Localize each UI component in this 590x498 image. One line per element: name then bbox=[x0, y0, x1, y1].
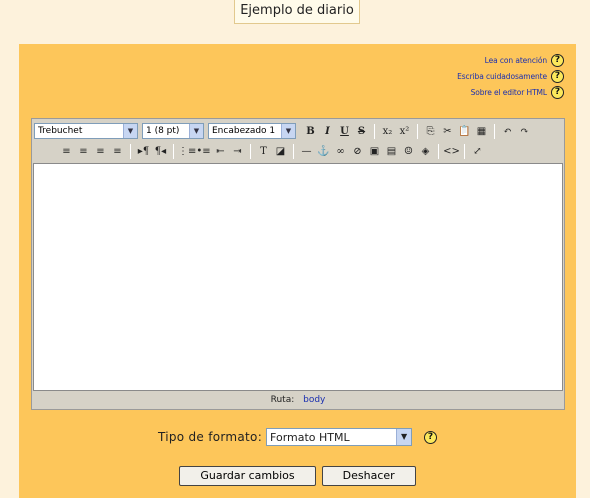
subscript-icon[interactable]: x₂ bbox=[379, 123, 396, 140]
cut-icon[interactable]: ✂ bbox=[439, 123, 456, 140]
toolbar-separator bbox=[438, 143, 439, 159]
fullscreen-icon[interactable]: ⤢ bbox=[469, 143, 486, 160]
format-select-value: Formato HTML bbox=[270, 430, 350, 444]
undo-icon[interactable]: ↶ bbox=[499, 123, 516, 140]
path-bar: Ruta: body bbox=[32, 391, 564, 409]
italic-icon[interactable]: I bbox=[319, 123, 336, 140]
toolbar-separator bbox=[293, 143, 294, 159]
rtl-icon[interactable]: ¶◂ bbox=[152, 143, 169, 160]
text-color-icon[interactable]: T bbox=[255, 143, 272, 160]
help-link-html-editor[interactable]: Sobre el editor HTML bbox=[471, 88, 548, 97]
font-select-value: Trebuchet bbox=[38, 126, 83, 136]
chevron-down-icon: ▼ bbox=[281, 124, 295, 138]
help-icon[interactable]: ? bbox=[551, 70, 564, 83]
help-row-html-editor[interactable]: Sobre el editor HTML ? bbox=[457, 85, 564, 100]
format-select[interactable]: Formato HTML ▼ bbox=[266, 428, 413, 446]
toolbar-separator bbox=[250, 143, 251, 159]
bg-color-icon[interactable]: ◪ bbox=[272, 143, 289, 160]
help-row-reading[interactable]: Lea con atención ? bbox=[457, 53, 564, 68]
toolbar-separator bbox=[417, 123, 418, 139]
copy-icon[interactable]: ⎘ bbox=[422, 123, 439, 140]
image-icon[interactable]: ▣ bbox=[366, 143, 383, 160]
clean-word-icon[interactable]: ▦ bbox=[473, 123, 490, 140]
format-row: Tipo de formato: Formato HTML ▼ ? bbox=[19, 428, 576, 446]
font-select[interactable]: Trebuchet ▼ bbox=[34, 123, 138, 139]
journal-panel: Lea con atención ? Escriba cuidadosament… bbox=[19, 44, 576, 498]
help-icon[interactable]: ? bbox=[424, 430, 438, 444]
ordered-list-icon[interactable]: ⋮≡ bbox=[178, 143, 196, 160]
editor-content-area[interactable] bbox=[33, 163, 563, 391]
superscript-icon[interactable]: x² bbox=[396, 123, 413, 140]
help-links: Lea con atención ? Escriba cuidadosament… bbox=[457, 53, 564, 101]
underline-icon[interactable]: U bbox=[336, 123, 353, 140]
path-body-link[interactable]: body bbox=[303, 395, 325, 405]
toolbar-separator bbox=[130, 143, 131, 159]
strikethrough-icon[interactable]: S bbox=[353, 123, 370, 140]
html-source-icon[interactable]: <> bbox=[443, 143, 460, 160]
path-label: Ruta: bbox=[270, 395, 295, 405]
special-char-icon[interactable]: ◈ bbox=[417, 143, 434, 160]
toolbar-row-2: ≡ ≡ ≡ ≡ ▸¶ ¶◂ ⋮≡ •≡ ⇤ ⇥ T ◪ — ⚓ ∞ ⊘ ▣ ▤ ☺ ◈ <> ⤢ bbox=[58, 142, 486, 160]
ltr-icon[interactable]: ▸¶ bbox=[135, 143, 152, 160]
help-icon[interactable]: ? bbox=[551, 54, 564, 67]
align-left-icon[interactable]: ≡ bbox=[58, 143, 75, 160]
table-icon[interactable]: ▤ bbox=[383, 143, 400, 160]
heading-select-value: Encabezado 1 bbox=[212, 126, 276, 136]
toolbar-separator bbox=[494, 123, 495, 139]
help-icon[interactable]: ? bbox=[551, 86, 564, 99]
size-select[interactable]: 1 (8 pt) ▼ bbox=[142, 123, 204, 139]
action-buttons: Guardar cambios Deshacer bbox=[19, 466, 576, 486]
unordered-list-icon[interactable]: •≡ bbox=[195, 143, 212, 160]
save-button[interactable]: Guardar cambios bbox=[179, 466, 316, 486]
link-icon[interactable]: ∞ bbox=[332, 143, 349, 160]
chevron-down-icon: ▼ bbox=[396, 429, 412, 445]
horizontal-rule-icon[interactable]: — bbox=[298, 143, 315, 160]
toolbar-separator bbox=[173, 143, 174, 159]
size-select-value: 1 (8 pt) bbox=[146, 126, 180, 136]
anchor-icon[interactable]: ⚓ bbox=[315, 143, 332, 160]
align-center-icon[interactable]: ≡ bbox=[75, 143, 92, 160]
align-right-icon[interactable]: ≡ bbox=[92, 143, 109, 160]
toolbar-row-1: Trebuchet ▼ 1 (8 pt) ▼ Encabezado 1 ▼ BI… bbox=[34, 122, 533, 140]
unlink-icon[interactable]: ⊘ bbox=[349, 143, 366, 160]
help-link-reading[interactable]: Lea con atención bbox=[485, 56, 547, 65]
bold-icon[interactable]: B bbox=[302, 123, 319, 140]
justify-icon[interactable]: ≡ bbox=[109, 143, 126, 160]
toolbar-separator bbox=[374, 123, 375, 139]
help-row-writing[interactable]: Escriba cuidadosamente ? bbox=[457, 69, 564, 84]
toolbar-separator bbox=[464, 143, 465, 159]
chevron-down-icon: ▼ bbox=[123, 124, 137, 138]
paste-icon[interactable]: 📋 bbox=[456, 123, 473, 140]
undo-button[interactable]: Deshacer bbox=[321, 466, 416, 486]
format-label: Tipo de formato: bbox=[157, 430, 263, 444]
help-link-writing[interactable]: Escriba cuidadosamente bbox=[457, 72, 547, 81]
indent-icon[interactable]: ⇥ bbox=[229, 143, 246, 160]
outdent-icon[interactable]: ⇤ bbox=[212, 143, 229, 160]
redo-icon[interactable]: ↷ bbox=[516, 123, 533, 140]
heading-select[interactable]: Encabezado 1 ▼ bbox=[208, 123, 296, 139]
page-title: Ejemplo de diario bbox=[234, 0, 360, 24]
html-editor: Trebuchet ▼ 1 (8 pt) ▼ Encabezado 1 ▼ BI… bbox=[31, 118, 565, 410]
smiley-icon[interactable]: ☺ bbox=[400, 143, 417, 160]
editor-toolbar: Trebuchet ▼ 1 (8 pt) ▼ Encabezado 1 ▼ BI… bbox=[32, 119, 564, 163]
chevron-down-icon: ▼ bbox=[189, 124, 203, 138]
